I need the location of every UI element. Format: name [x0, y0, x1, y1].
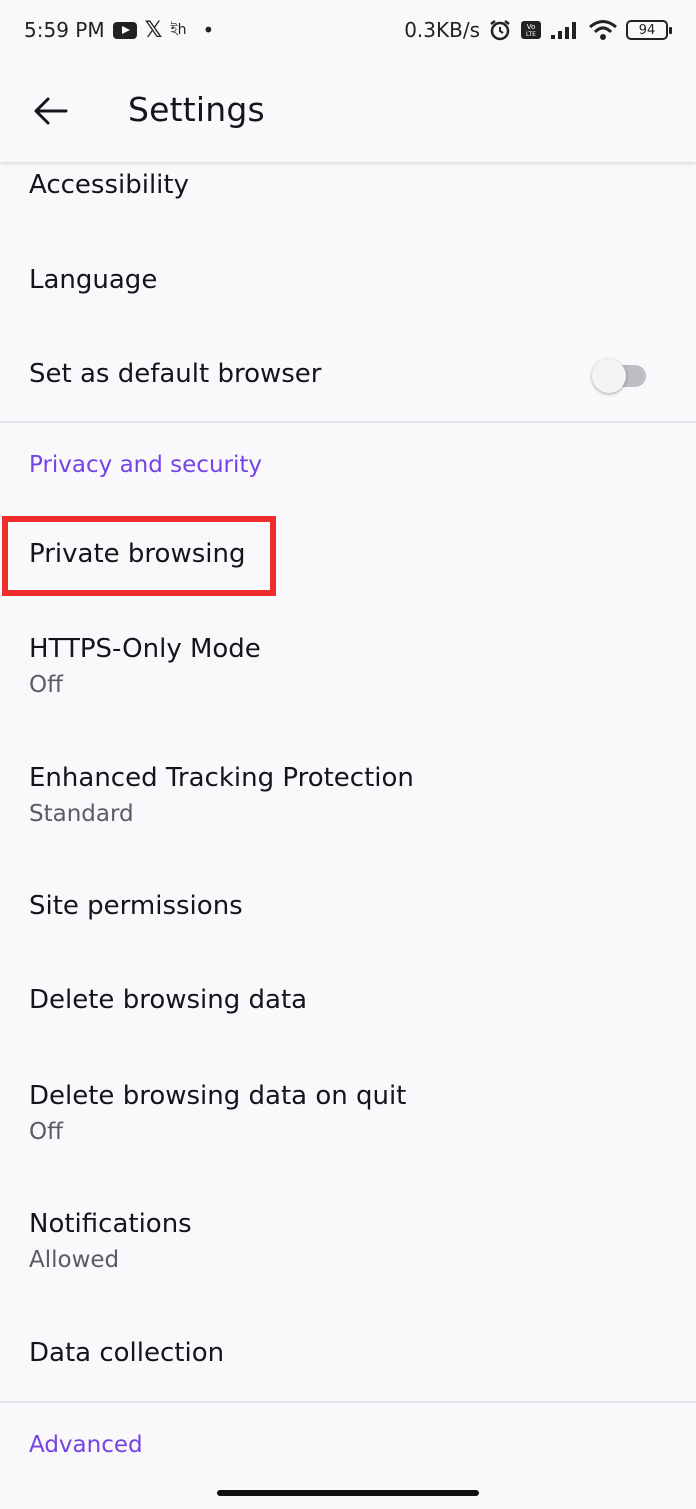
section-header-privacy: Privacy and security	[29, 452, 262, 478]
setting-delete-on-quit[interactable]: Delete browsing data on quit Off	[0, 1052, 696, 1176]
network-speed: 0.3KB/s	[404, 18, 480, 42]
volte-icon: Vo LTE	[520, 20, 542, 40]
divider	[0, 421, 696, 423]
page-title: Settings	[128, 90, 265, 129]
wifi-icon	[588, 19, 618, 41]
setting-title: Data collection	[29, 1338, 225, 1368]
setting-summary: Standard	[29, 801, 134, 827]
toggle-thumb	[592, 359, 626, 393]
setting-title: Accessibility	[29, 170, 189, 200]
setting-title: Enhanced Tracking Protection	[29, 763, 414, 793]
divider	[0, 1401, 696, 1403]
battery-icon: 94	[626, 20, 672, 40]
default-browser-toggle[interactable]	[592, 359, 648, 393]
svg-text:Vo: Vo	[527, 23, 536, 31]
setting-title: Notifications	[29, 1209, 192, 1239]
setting-title: Site permissions	[29, 891, 243, 921]
alarm-icon	[488, 18, 512, 42]
signal-icon	[550, 20, 580, 40]
svg-text:LTE: LTE	[526, 31, 536, 38]
setting-title: Set as default browser	[29, 359, 322, 389]
setting-default-browser[interactable]: Set as default browser	[0, 330, 696, 422]
x-icon: 𝕏	[144, 17, 163, 43]
setting-https-only[interactable]: HTTPS-Only Mode Off	[0, 604, 696, 728]
clock: 5:59 PM	[24, 18, 105, 42]
setting-language[interactable]: Language	[0, 236, 696, 330]
notification-extra: ইh	[170, 22, 187, 38]
section-header-advanced: Advanced	[29, 1432, 143, 1458]
setting-delete-browsing-data[interactable]: Delete browsing data	[0, 958, 696, 1050]
app-bar: Settings	[0, 60, 696, 162]
setting-data-collection[interactable]: Data collection	[0, 1310, 696, 1402]
highlight-annotation	[2, 516, 276, 596]
arrow-left-icon	[34, 97, 68, 125]
home-indicator[interactable]	[217, 1490, 479, 1496]
setting-summary: Off	[29, 672, 63, 698]
setting-title: Language	[29, 265, 158, 295]
back-button[interactable]	[30, 94, 70, 128]
more-notifications-dot: •	[202, 18, 215, 42]
setting-title: Delete browsing data on quit	[29, 1081, 407, 1111]
setting-title: Delete browsing data	[29, 985, 308, 1015]
setting-title: HTTPS-Only Mode	[29, 634, 261, 664]
setting-summary: Allowed	[29, 1247, 120, 1273]
setting-tracking-protection[interactable]: Enhanced Tracking Protection Standard	[0, 736, 696, 860]
setting-accessibility[interactable]: Accessibility	[0, 162, 696, 230]
youtube-icon	[112, 21, 137, 39]
setting-site-permissions[interactable]: Site permissions	[0, 862, 696, 954]
setting-notifications[interactable]: Notifications Allowed	[0, 1180, 696, 1304]
status-bar: 5:59 PM 𝕏 ইh • 0.3KB/s Vo LTE 94	[0, 0, 696, 60]
setting-summary: Off	[29, 1119, 63, 1145]
